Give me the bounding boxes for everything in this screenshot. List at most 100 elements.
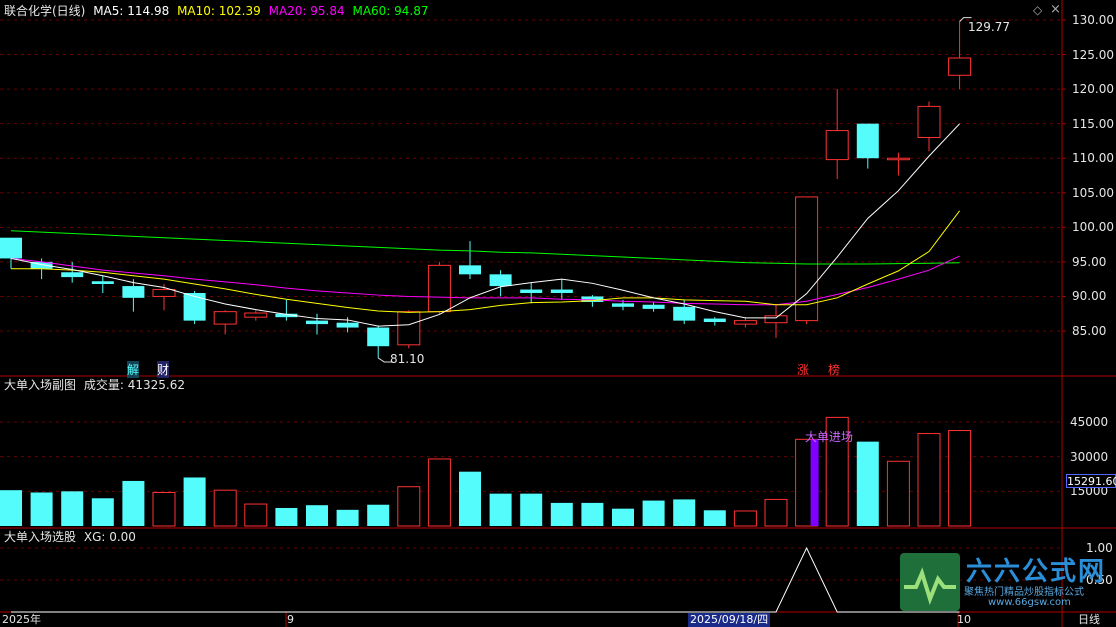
candle-body-down [642, 304, 665, 309]
candle-body-down [367, 327, 390, 347]
price-tick-label: 95.00 [1072, 254, 1107, 269]
volume-bar-down [703, 510, 726, 526]
volume-bar-down [550, 502, 573, 526]
axis-year-label: 2025年 [2, 613, 41, 626]
candle-body-down [612, 303, 634, 307]
price-tick-label: 85.00 [1072, 324, 1107, 338]
sub2-title[interactable]: 大单入场选股 [4, 530, 76, 544]
candle-body-down [61, 272, 84, 278]
volume-bar-up [948, 429, 972, 527]
tag-bang[interactable]: 榜 [828, 361, 840, 378]
watermark-logo-icon [900, 553, 960, 611]
volume-bar-down [183, 477, 206, 526]
candle-body-up [733, 320, 757, 325]
price-tick-label: 90.00 [1072, 289, 1107, 304]
volume-bar-up [244, 503, 268, 527]
period-label[interactable]: 日线 [1078, 613, 1100, 627]
sub1-header: 大单入场副图 成交量: 41325.62 [4, 378, 189, 392]
candle-body-up [397, 311, 421, 346]
volume-bar-up [152, 491, 176, 527]
tag-zhang[interactable]: 涨 [797, 361, 809, 378]
volume-bar-up [764, 498, 788, 527]
candle-body-up [427, 264, 451, 313]
candle-body-down [183, 292, 206, 321]
candle-body-up [917, 105, 941, 138]
volume-tick-label: 45000 [1070, 415, 1109, 429]
xg-label: XG: 0.00 [83, 530, 136, 544]
volume-label: 成交量: 41325.62 [83, 378, 185, 392]
volume-bar-down [489, 493, 512, 526]
candle-body-down [122, 286, 145, 298]
candle-body-down [673, 306, 696, 321]
axis-month-9: 9 [287, 613, 294, 626]
candle-body-down [489, 274, 512, 287]
candle-body-up [213, 311, 237, 325]
candle-body-down [91, 281, 114, 285]
volume-bar-down [642, 500, 665, 526]
ma20-label: MA20: 95.84 [268, 4, 345, 18]
ma10-label: MA10: 102.39 [177, 4, 261, 18]
low-price-label: 81.10 [390, 352, 425, 366]
close-icon[interactable]: × [1050, 2, 1061, 17]
site-watermark: 六六公式网 聚焦热门精品炒股指标公式 www.66gsw.com [900, 549, 1112, 615]
volume-bar-down [275, 507, 298, 526]
volume-bar-down [91, 498, 114, 526]
sub2-header: 大单入场选股 XG: 0.00 [4, 530, 140, 544]
candle-body-up [244, 312, 268, 318]
volume-bar-down [367, 504, 390, 526]
candle-body-up [825, 130, 849, 161]
volume-bar-down [122, 480, 145, 526]
candle-body-down [520, 289, 543, 293]
candle-body-up [152, 289, 176, 297]
tag-jie[interactable]: 解 [127, 361, 140, 378]
kline-chart-canvas[interactable] [0, 0, 1116, 627]
volume-tick-label: 30000 [1070, 449, 1109, 464]
main-chart-header: 联合化学(日线) MA5: 114.98 MA10: 102.39 MA20: … [4, 4, 433, 18]
volume-bar-up [733, 510, 757, 527]
axis-month-10: 10 [957, 613, 971, 626]
price-tick-label: 125.00 [1072, 47, 1114, 62]
candle-body-down [703, 318, 726, 323]
volume-bar-up [213, 489, 237, 527]
watermark-url: www.66gsw.com [988, 597, 1071, 608]
volume-bar-down [0, 490, 22, 526]
price-tick-label: 120.00 [1072, 82, 1114, 97]
volume-bar-down [459, 471, 481, 526]
candle-body-down [459, 265, 481, 275]
volume-bar-up [397, 486, 421, 527]
candle-body-down [336, 322, 359, 328]
price-tick-label: 100.00 [1072, 220, 1114, 235]
sub1-title[interactable]: 大单入场副图 [4, 378, 76, 392]
ma5-label: MA5: 114.98 [93, 4, 170, 18]
diamond-icon[interactable]: ◇ [1033, 3, 1042, 17]
price-tick-label: 130.00 [1072, 13, 1114, 27]
volume-bar-up [427, 458, 451, 527]
cursor-date-label: 2025/09/18/四 [688, 613, 771, 627]
volume-bar-down [520, 493, 543, 526]
candle-body-down [0, 237, 22, 259]
volume-bar-down [30, 492, 53, 526]
signal-text: 大单进场 [805, 430, 854, 444]
volume-bar-up [886, 460, 910, 527]
volume-bar-down [581, 502, 604, 526]
signal-bar [810, 439, 819, 526]
candle-body-up [948, 57, 972, 76]
stock-title[interactable]: 联合化学(日线) [4, 4, 85, 18]
candle-body-up [886, 157, 910, 161]
candle-body-up [764, 315, 788, 324]
ma60-label: MA60: 94.87 [352, 4, 429, 18]
volume-bar-down [61, 491, 84, 526]
volume-bar-down [306, 505, 328, 526]
watermark-subtitle: 聚焦热门精品炒股指标公式 [964, 587, 1084, 598]
price-tick-label: 110.00 [1072, 151, 1114, 166]
candle-body-down [550, 289, 573, 293]
candle-body-down [856, 123, 879, 159]
high-price-label: 129.77 [968, 20, 1010, 34]
tag-cai[interactable]: 财 [157, 361, 170, 378]
price-tick-label: 115.00 [1072, 116, 1114, 131]
current-volume-box: 15291.60 [1066, 474, 1116, 488]
volume-bar-down [336, 509, 359, 526]
price-tick-label: 105.00 [1072, 185, 1114, 200]
volume-bar-down [673, 499, 696, 526]
volume-bar-down [612, 508, 634, 526]
